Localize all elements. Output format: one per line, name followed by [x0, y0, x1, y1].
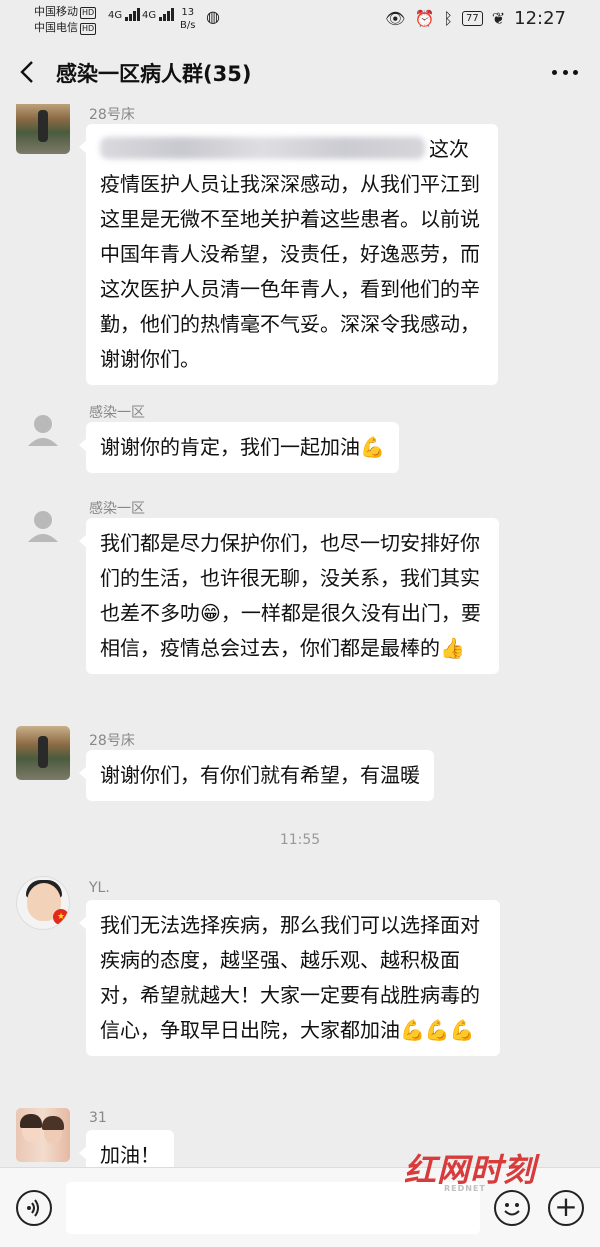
message-bubble[interactable]: 谢谢你的肯定，我们一起加油💪: [79, 422, 399, 473]
message-bubble[interactable]: 谢谢你们，有你们就有希望，有温暖: [79, 750, 434, 801]
avatar-default[interactable]: [16, 500, 70, 554]
muscle-emoji-icon: 💪: [360, 435, 385, 459]
bluetooth-icon: ᛒ: [443, 9, 453, 28]
wechat-notification-icon: ◍: [206, 7, 220, 26]
eye-icon: 👁: [385, 9, 406, 28]
message-text: 这次疫情医护人员让我深深感动，从我们平江到这里是无微不至地关护着这些患者。以前说…: [100, 137, 480, 371]
sender-name: 感染一区: [89, 501, 145, 517]
thumbs-up-emoji-icon: 👍: [440, 636, 465, 660]
sender-name: 28号床: [89, 107, 135, 123]
leaf-icon: ❦: [491, 9, 506, 28]
battery-icon: 77: [461, 11, 483, 26]
message-bubble[interactable]: 这次疫情医护人员让我深深感动，从我们平江到这里是无微不至地关护着这些患者。以前说…: [79, 124, 498, 385]
speed-unit: B/s: [180, 20, 196, 31]
avatar-bed-28[interactable]: [16, 726, 70, 780]
sender-name: 感染一区: [89, 405, 145, 421]
sender-name: 28号床: [89, 733, 135, 749]
network-speed: 13 B/s: [180, 6, 195, 32]
smiley-icon: [504, 1203, 520, 1216]
message-bubble[interactable]: 我们都是尽力保护你们，也尽一切安排好你们的生活，也许很无聊，没关系，我们其实也差…: [79, 518, 499, 674]
default-user-icon: [28, 415, 58, 446]
hd-badge: HD: [80, 7, 97, 19]
carrier-1: 中国移动: [34, 5, 78, 18]
message-text: 谢谢你们，有你们就有希望，有温暖: [100, 763, 420, 787]
message-bubble[interactable]: 我们无法选择疾病，那么我们可以选择面对疾病的态度，越坚强、越乐观、越积极面对，希…: [79, 900, 500, 1056]
default-user-icon: [28, 511, 58, 542]
back-arrow-icon[interactable]: [16, 58, 40, 86]
message-text: 加油！: [100, 1143, 160, 1167]
chat-title: 感染一区病人群(35): [56, 62, 252, 86]
message-bubble[interactable]: 加油！: [79, 1130, 174, 1167]
message-text: 谢谢你的肯定，我们一起加油: [100, 435, 360, 459]
network-type-2: 4G: [142, 10, 157, 21]
status-bar: 中国移动 HD 中国电信 HD 4G 4G 13 B/s ◍ 👁 ⏰ ᛒ 77 ❦ …: [0, 0, 600, 40]
voice-icon: [27, 1199, 39, 1217]
carrier-2: 中国电信: [34, 21, 78, 34]
signal-bars-icon: [159, 8, 175, 21]
watermark-sub: REDNET: [444, 1184, 486, 1193]
china-flag-icon: ★: [53, 909, 69, 925]
status-right: 👁 ⏰ ᛒ 77 ❦ 12:27: [385, 8, 566, 29]
sender-name: YL.: [89, 880, 110, 896]
muscle-emoji-icon: 💪💪💪: [400, 1018, 475, 1042]
avatar-default[interactable]: [16, 404, 70, 458]
clock: 12:27: [514, 8, 566, 29]
avatar-bed-28[interactable]: [16, 104, 70, 154]
signal-2: 4G: [142, 8, 175, 21]
signal-bars-icon: [125, 8, 141, 21]
network-type-1: 4G: [108, 10, 123, 21]
carrier-info: 中国移动 HD 中国电信 HD: [34, 4, 97, 36]
timestamp: 11:55: [279, 832, 321, 848]
voice-input-button[interactable]: [16, 1190, 52, 1226]
chat-messages[interactable]: 28号床 这次疫情医护人员让我深深感动，从我们平江到这里是无微不至地关护着这些患…: [0, 104, 600, 1167]
hd-badge: HD: [80, 23, 97, 35]
speed-value: 13: [181, 7, 195, 18]
avatar-yl[interactable]: ★: [16, 876, 70, 930]
plus-icon: +: [554, 1190, 578, 1223]
chat-header: 感染一区病人群(35): [0, 40, 600, 104]
more-options-icon[interactable]: [552, 64, 578, 80]
redacted-text: [100, 137, 425, 159]
sender-name: 31: [89, 1110, 107, 1126]
avatar-31[interactable]: [16, 1108, 70, 1162]
grin-emoji-icon: 😁: [200, 601, 221, 625]
rednet-watermark-logo: 红网时刻 REDNET: [404, 1150, 554, 1196]
alarm-icon: ⏰: [414, 9, 435, 28]
signal-1: 4G: [108, 8, 141, 21]
